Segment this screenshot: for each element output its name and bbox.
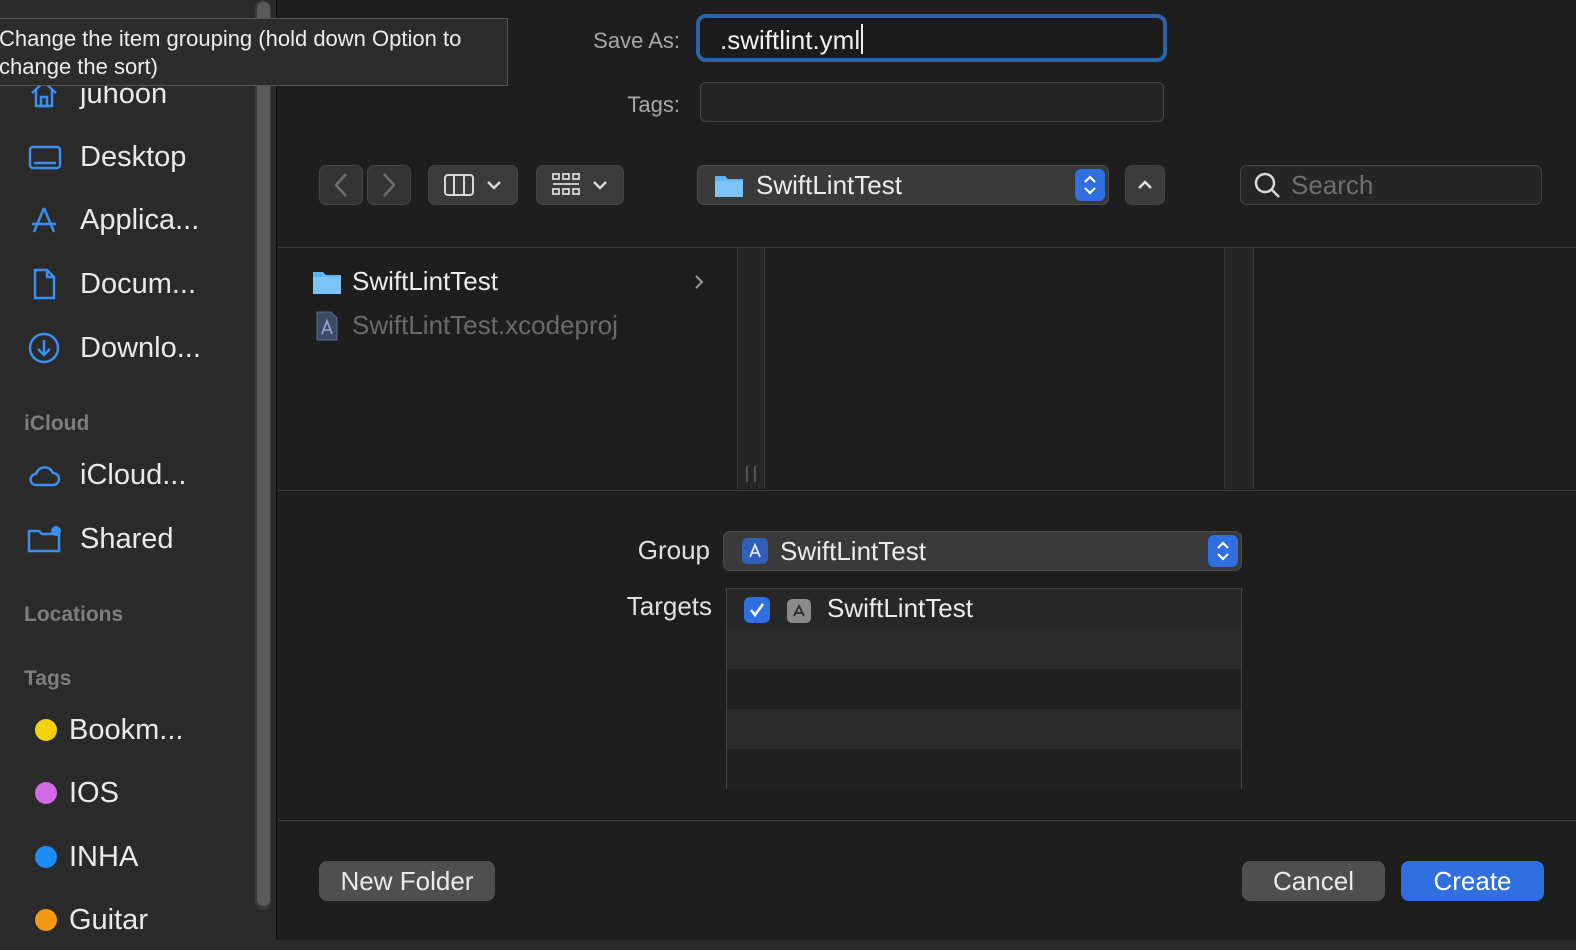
checkmark-icon: [749, 603, 765, 618]
target-row[interactable]: SwiftLintTest: [727, 589, 1241, 629]
group-label: Group: [637, 535, 710, 565]
sidebar-heading-tags: Tags: [24, 667, 72, 690]
sidebar-tag-ios[interactable]: IOS: [26, 773, 119, 813]
folder-icon: [715, 176, 743, 197]
download-icon: [26, 330, 68, 366]
create-button[interactable]: Create: [1401, 861, 1544, 901]
targets-label: Targets: [626, 591, 712, 621]
chevron-right-icon: [383, 173, 396, 197]
desktop-icon: [26, 139, 68, 175]
chevron-down-icon: [593, 181, 607, 190]
tags-input[interactable]: [700, 82, 1164, 122]
path-popup-label: SwiftLintTest: [756, 169, 902, 200]
sidebar-tag-guitar[interactable]: Guitar: [26, 900, 148, 940]
tags-label: Tags:: [627, 92, 680, 117]
tooltip-line: change the sort): [0, 54, 158, 79]
grid-group-icon: [552, 173, 580, 195]
search-placeholder: Search: [1291, 169, 1374, 200]
up-down-stepper-icon: [1208, 535, 1238, 567]
cloud-icon: [26, 457, 68, 493]
column-view-icon: [444, 174, 474, 196]
sidebar-heading-icloud: iCloud: [24, 412, 90, 435]
tag-color-dot: [35, 719, 57, 741]
target-row-empty: [727, 709, 1241, 749]
new-folder-button[interactable]: New Folder: [319, 861, 495, 901]
tag-color-dot: [35, 782, 57, 804]
sidebar-item-label: Desktop: [80, 140, 187, 173]
back-button[interactable]: [319, 165, 363, 205]
group-by-button[interactable]: [536, 165, 624, 205]
targets-list: SwiftLintTest: [726, 588, 1242, 789]
search-field[interactable]: Search: [1240, 165, 1542, 205]
sidebar: juhoon Desktop Applica... Docum... Downl…: [0, 0, 277, 950]
xcode-project-icon: [312, 311, 342, 340]
text-caret: [861, 24, 864, 54]
chevron-down-icon: [487, 181, 501, 190]
cancel-button[interactable]: Cancel: [1242, 861, 1385, 901]
sidebar-item-applications[interactable]: Applica...: [26, 200, 199, 240]
browser-item-name: SwiftLintTest: [352, 266, 498, 296]
sidebar-item-label: Bookm...: [69, 713, 184, 746]
target-row-empty: [727, 749, 1241, 789]
window-bottom-edge: [0, 940, 1576, 950]
chevron-right-icon: [695, 275, 704, 289]
target-checkbox[interactable]: [744, 597, 770, 623]
applications-icon: [26, 202, 68, 238]
up-down-stepper-icon: [1075, 169, 1105, 201]
sidebar-item-label: iCloud...: [80, 458, 187, 491]
sidebar-item-documents[interactable]: Docum...: [26, 264, 196, 304]
chevron-up-icon: [1138, 180, 1152, 189]
sidebar-item-label: Docum...: [80, 267, 197, 300]
document-icon: [26, 266, 68, 302]
target-row-empty: [727, 629, 1241, 669]
target-row-empty: [727, 669, 1241, 709]
sidebar-tag-inha[interactable]: INHA: [26, 837, 138, 877]
sidebar-item-label: Guitar: [69, 903, 148, 936]
tag-color-dot: [35, 909, 57, 931]
save-as-input[interactable]: .swiftlint.yml: [696, 14, 1167, 62]
save-dialog: juhoon Desktop Applica... Docum... Downl…: [0, 0, 1576, 950]
sidebar-heading-locations: Locations: [24, 603, 124, 626]
group-popup[interactable]: SwiftLintTest: [723, 531, 1242, 571]
app-target-icon: [742, 538, 768, 564]
forward-button[interactable]: [367, 165, 411, 205]
sidebar-item-shared[interactable]: Shared: [26, 519, 174, 559]
column-resizer[interactable]: [1224, 248, 1254, 489]
sidebar-item-label: INHA: [69, 840, 139, 873]
path-popup[interactable]: SwiftLintTest: [697, 165, 1109, 205]
browser-item-name: SwiftLintTest.xcodeproj: [352, 310, 618, 340]
browser-item-folder[interactable]: SwiftLintTest: [312, 266, 498, 297]
divider: [278, 820, 1576, 821]
search-icon: [1254, 172, 1280, 198]
parent-folder-button[interactable]: [1125, 165, 1165, 205]
save-as-value: .swiftlint.yml: [720, 25, 861, 55]
group-popup-label: SwiftLintTest: [780, 535, 926, 566]
sidebar-item-label: IOS: [69, 776, 119, 809]
tag-color-dot: [35, 846, 57, 868]
target-name: SwiftLintTest: [827, 593, 973, 623]
resize-grip-icon: [746, 466, 756, 482]
sidebar-tag-bookmarks[interactable]: Bookm...: [26, 710, 183, 750]
browser-item-xcodeproj: SwiftLintTest.xcodeproj: [312, 310, 618, 341]
save-as-label: Save As:: [593, 28, 680, 53]
sidebar-item-label: Applica...: [80, 203, 200, 236]
sidebar-item-desktop[interactable]: Desktop: [26, 137, 186, 177]
sidebar-item-label: Downlo...: [80, 331, 201, 364]
sidebar-scrollbar-thumb[interactable]: [257, 2, 270, 906]
tooltip-line: Change the item grouping (hold down Opti…: [0, 26, 462, 51]
shared-folder-icon: [26, 521, 68, 557]
sidebar-item-downloads[interactable]: Downlo...: [26, 328, 201, 368]
sidebar-item-label: Shared: [80, 522, 174, 555]
divider: [278, 490, 1576, 491]
column-resizer[interactable]: [737, 248, 765, 489]
folder-icon: [312, 268, 342, 296]
sidebar-item-icloud-drive[interactable]: iCloud...: [26, 455, 186, 495]
tooltip: Change the item grouping (hold down Opti…: [0, 18, 508, 86]
app-target-icon: [787, 599, 811, 623]
view-mode-button[interactable]: [428, 165, 518, 205]
divider: [278, 247, 1576, 248]
chevron-left-icon: [334, 173, 347, 197]
